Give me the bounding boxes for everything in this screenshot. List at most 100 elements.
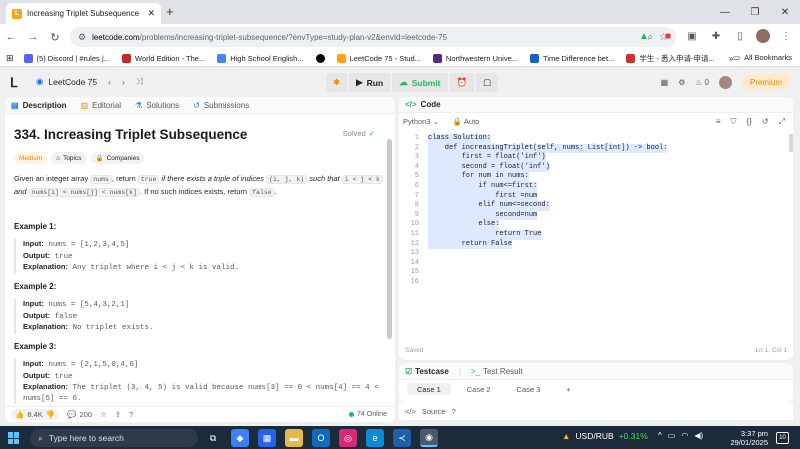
brackets-icon[interactable]: {} [747,117,752,127]
submit-button[interactable]: ☁ Submit [392,73,448,92]
outlook-icon[interactable]: O [312,429,330,447]
user-avatar[interactable] [718,75,732,89]
tab-testcase[interactable]: ☑ Testcase [405,367,449,376]
extension-icon[interactable]: ▣ [684,28,700,44]
volume-icon[interactable]: ◀) [694,431,703,440]
taskbar-clock[interactable]: 3:37 pm 29/01/2025 [728,429,768,447]
restore-icon[interactable]: ❐ [740,0,770,24]
companies-tag[interactable]: 🔒 Companies [90,152,145,164]
bookmark-item[interactable]: High School English... [211,53,309,63]
browser-tab[interactable]: L Increasing Triplet Subsequence ✕ [6,3,161,24]
bookmark-item[interactable]: Time Difference bet... [524,53,620,63]
vscode-icon[interactable]: ≺ [393,429,411,447]
favorite-star-icon[interactable]: ☆ [100,410,107,419]
extension-icon[interactable]: ■ [660,28,676,44]
editor-scrollbar[interactable] [789,134,793,152]
file-explorer-icon[interactable]: ▬ [285,429,303,447]
problem-title[interactable]: 334. Increasing Triplet Subsequence [14,127,247,142]
url-bar[interactable]: ⚙ leetcode.com/problems/increasing-tripl… [70,27,676,47]
note-icon: ▢ [483,77,492,87]
shuffle-icon[interactable]: ⤨ [130,76,143,87]
premium-button[interactable]: Premium [741,74,790,90]
edge-icon[interactable]: e [366,429,384,447]
back-arrow-icon[interactable]: ← [0,31,22,43]
fullscreen-icon[interactable]: ⤢ [779,117,785,127]
problem-list-title[interactable]: LeetCode 75 [48,77,97,87]
cloud-upload-icon: ☁ [399,77,408,87]
tab-submissions[interactable]: ↺ Submissions [193,101,249,110]
currency-ticker[interactable]: ▲ USD/RUB +0.31% [562,431,648,441]
description-scrollbar[interactable] [387,139,392,339]
comments-button[interactable]: 💬 200 [67,410,92,419]
battery-icon[interactable]: ▭ [668,431,676,440]
source-label[interactable]: Source [422,407,446,416]
reset-icon[interactable]: ↺ [762,117,769,127]
case-tab[interactable]: Case 2 [457,383,501,395]
profile-avatar[interactable] [756,29,770,43]
format-icon[interactable]: ≡ [716,117,721,127]
wifi-icon[interactable]: ◠ [681,431,688,440]
run-submit-group: ✱ ▶ Run ☁ Submit ⏰ ▢ [326,73,499,92]
tab-description[interactable]: ▤ Description [11,101,67,110]
help-icon[interactable]: ? [452,407,456,416]
leetcode-logo-icon[interactable]: ᒪ [10,76,22,89]
share-icon[interactable]: ⇪ [115,410,121,419]
run-button[interactable]: ▶ Run [349,73,391,92]
bookmark-item[interactable]: World Edition - The... [116,53,211,63]
settings-gear-icon[interactable]: ⚙ [678,78,685,87]
add-case-icon[interactable]: + [556,383,580,395]
menu-icon[interactable]: ⋮ [778,28,794,44]
instagram-icon[interactable]: ◎ [339,429,357,447]
bookmark-item[interactable]: LeetCode 75 - Stud... [331,53,427,63]
case-tab[interactable]: Case 1 [407,383,451,395]
autocomplete-toggle[interactable]: 🔒 Auto [453,117,479,126]
bookmark-icon[interactable]: ⛉ [731,117,737,127]
code-editor[interactable]: 1 2 3 4 5 6 7 8 9 10 11 12 13 14 15 16 c… [399,134,793,294]
tab-test-result[interactable]: >_ Test Result [471,367,523,376]
more-bookmarks-icon[interactable]: » [721,54,733,63]
tab-solutions[interactable]: ⚗ Solutions [135,101,179,110]
language-select[interactable]: Python3 ⌄ [403,117,439,126]
taskbar-search[interactable]: ⌕ Type here to search [30,429,198,447]
like-button[interactable]: 👍 8.4K 👎 [11,409,60,420]
next-problem-icon[interactable]: › [116,77,125,87]
bookmark-item[interactable]: (5) Discord | #rules |... [18,53,117,63]
thumbs-down-icon[interactable]: 👎 [46,410,55,419]
bookmark-item[interactable]: 学生 - 悉入申请-申请... [620,53,720,64]
puzzle-icon[interactable]: ✚ [708,28,724,44]
forward-arrow-icon[interactable]: → [22,31,44,43]
all-bookmarks[interactable]: ▭ All Bookmarks [733,53,792,62]
layout-icon[interactable]: ▦ [661,78,669,87]
tab-editorial[interactable]: ▥ Editorial [81,101,121,110]
apps-grid-icon[interactable]: ⊞ [6,53,18,64]
help-icon[interactable]: ? [129,410,133,419]
streak-counter[interactable]: ♨ 0 [695,78,709,87]
case-tab[interactable]: Case 3 [507,383,551,395]
sidebar-icon[interactable]: ▯ [732,28,748,44]
url-text[interactable]: leetcode.com/problems/increasing-triplet… [92,33,641,42]
chrome-icon[interactable]: ◉ [420,429,438,447]
bookmark-item[interactable] [310,53,331,63]
windows-start-icon[interactable] [8,432,20,444]
prev-problem-icon[interactable]: ‹ [102,77,111,87]
close-tab-icon[interactable]: ✕ [147,8,155,19]
close-window-icon[interactable]: ✕ [770,0,800,24]
extension-icon[interactable]: ▲ [636,28,652,44]
chevron-up-icon[interactable]: ^ [658,431,662,440]
bookmarks-bar: ⊞ (5) Discord | #rules |... World Editio… [0,50,800,67]
line-number: 2 [414,143,419,152]
timer-button[interactable]: ⏰ [449,73,475,92]
store-icon[interactable]: ▦ [258,429,276,447]
topics-tag[interactable]: ⌂ Topics [51,152,87,164]
copilot-icon[interactable]: ◆ [231,429,249,447]
task-view-icon[interactable]: ⧉ [204,429,222,447]
reload-icon[interactable]: ↻ [44,31,66,44]
bookmark-item[interactable]: Northwestern Unive... [427,53,524,63]
new-tab-button[interactable]: + [166,4,174,19]
minimize-icon[interactable]: — [710,0,740,24]
notification-icon[interactable]: 10 [776,432,789,444]
site-info-icon[interactable]: ⚙ [78,32,86,43]
notes-button[interactable]: ▢ [476,73,499,92]
line-number: 1 [414,134,419,142]
debug-button[interactable]: ✱ [326,73,348,92]
